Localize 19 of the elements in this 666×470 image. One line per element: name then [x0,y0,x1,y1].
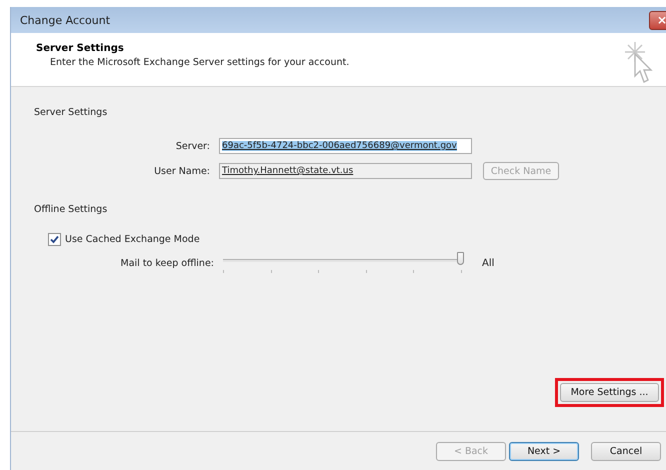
section-heading: Server Settings [34,107,108,118]
checkbox-label: Use Cached Exchange Mode [65,234,200,245]
text-field[interactable]: 69ac-5f5b-4724-bbc2-006aed756689@vermont.gov [219,138,472,154]
dialog-button[interactable]: Next > [509,442,579,460]
field-label: Server: [174,140,210,152]
slider-thumb[interactable] [457,252,464,265]
checkbox[interactable] [48,233,61,246]
header-title: Server Settings [36,43,125,54]
field-label: User Name: [153,166,210,176]
cursor-sparkle-icon [623,40,655,84]
slider-label: Mail to keep offline: [120,258,214,268]
text-field[interactable]: Timothy.Hannett@state.vt.us [219,163,472,179]
window-title: Change Account [20,14,110,26]
slider-value: All [482,258,494,268]
check-icon [50,235,59,244]
section-heading: Offline Settings [34,204,108,215]
header-subtitle: Enter the Microsoft Exchange Server settings for your account. [50,57,350,68]
more-settings-button[interactable]: More Settings ... [560,383,659,402]
dialog-button[interactable]: Cancel [591,442,661,460]
